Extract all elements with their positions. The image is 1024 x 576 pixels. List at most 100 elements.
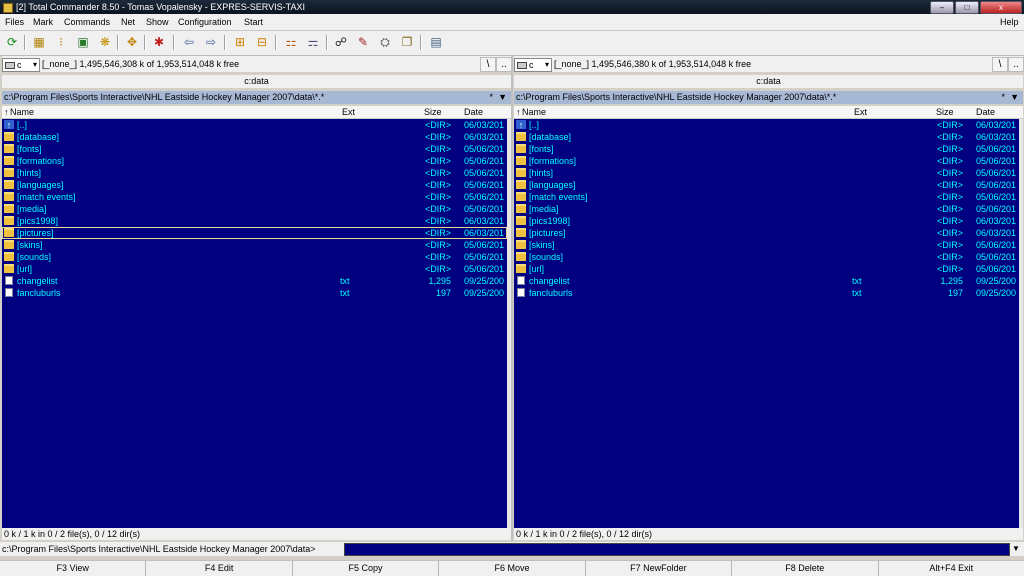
file-row[interactable]: [pics1998] <DIR> 06/03/201 — [514, 215, 1019, 227]
menu-commands[interactable]: Commands — [64, 16, 110, 28]
ftp-disconnect-icon[interactable]: ⚎ — [305, 34, 321, 50]
pack-files-icon[interactable]: ✥ — [124, 34, 140, 50]
file-row[interactable]: [formations] <DIR> 05/06/201 — [2, 155, 507, 167]
file-row[interactable]: [skins] <DIR> 05/06/201 — [2, 239, 507, 251]
command-input[interactable] — [344, 543, 1010, 556]
col-name[interactable]: Name — [10, 106, 34, 118]
file-row[interactable]: changelist txt 1,295 09/25/200 — [2, 275, 507, 287]
file-size: <DIR> — [424, 132, 451, 142]
copy-names-icon[interactable]: ❐ — [399, 34, 415, 50]
full-view-icon[interactable]: ⁝ — [53, 34, 69, 50]
file-row[interactable]: [fonts] <DIR> 05/06/201 — [2, 143, 507, 155]
left-root-button[interactable]: \ — [480, 57, 496, 72]
file-row[interactable]: [languages] <DIR> 05/06/201 — [514, 179, 1019, 191]
right-scrollbar[interactable] — [1019, 119, 1023, 529]
f5-copy-button[interactable]: F5 Copy — [293, 561, 440, 576]
right-drive-select[interactable]: c ▾ — [514, 58, 552, 72]
select-group-icon[interactable]: ⊞ — [232, 34, 248, 50]
file-row[interactable]: [pics1998] <DIR> 06/03/201 — [2, 215, 507, 227]
right-filter[interactable]: * — [1001, 91, 1005, 104]
file-row[interactable]: ↑ [..] <DIR> 06/03/201 — [2, 119, 507, 131]
close-button[interactable]: x — [980, 1, 1022, 14]
f8-delete-button[interactable]: F8 Delete — [732, 561, 879, 576]
menu-files[interactable]: Files — [5, 16, 24, 28]
multi-rename-icon[interactable]: ✎ — [355, 34, 371, 50]
maximize-button[interactable]: □ — [955, 1, 979, 14]
f6-move-button[interactable]: F6 Move — [439, 561, 586, 576]
chevron-down-icon[interactable]: ▼ — [1010, 91, 1019, 104]
right-root-button[interactable]: \ — [992, 57, 1008, 72]
sort-arrow-icon: ↑ — [516, 107, 521, 117]
search-binoculars-icon[interactable]: ☍ — [333, 34, 349, 50]
left-drive-select[interactable]: c ▾ — [2, 58, 40, 72]
f4-edit-button[interactable]: F4 Edit — [146, 561, 293, 576]
file-name: [pictures] — [17, 228, 54, 238]
col-size[interactable]: Size — [936, 106, 954, 118]
exit-button[interactable]: Alt+F4 Exit — [879, 561, 1024, 576]
sync-dirs-icon[interactable]: ⛭ — [377, 34, 393, 50]
file-row[interactable]: [match events] <DIR> 05/06/201 — [2, 191, 507, 203]
file-row[interactable]: [database] <DIR> 06/03/201 — [514, 131, 1019, 143]
file-row[interactable]: [hints] <DIR> 05/06/201 — [514, 167, 1019, 179]
left-up-button[interactable]: .. — [496, 57, 512, 72]
refresh-icon[interactable]: ⟳ — [4, 34, 20, 50]
file-row[interactable]: changelist txt 1,295 09/25/200 — [514, 275, 1019, 287]
file-row[interactable]: [sounds] <DIR> 05/06/201 — [2, 251, 507, 263]
ftp-connect-icon[interactable]: ⚏ — [283, 34, 299, 50]
file-size: <DIR> — [936, 120, 963, 130]
file-row[interactable]: [pictures] <DIR> 06/03/201 — [2, 227, 507, 239]
text-file-icon — [517, 276, 525, 285]
file-row[interactable]: [media] <DIR> 05/06/201 — [2, 203, 507, 215]
file-row[interactable]: fancluburls txt 197 09/25/200 — [514, 287, 1019, 299]
file-name: [hints] — [17, 168, 42, 178]
menu-mark[interactable]: Mark — [33, 16, 53, 28]
file-row[interactable]: [skins] <DIR> 05/06/201 — [514, 239, 1019, 251]
unselect-group-icon[interactable]: ⊟ — [254, 34, 270, 50]
panel-divider[interactable] — [511, 56, 513, 541]
col-ext[interactable]: Ext — [854, 106, 867, 118]
file-row[interactable]: [pictures] <DIR> 06/03/201 — [514, 227, 1019, 239]
file-row[interactable]: [sounds] <DIR> 05/06/201 — [514, 251, 1019, 263]
chevron-down-icon[interactable]: ▼ — [498, 91, 507, 104]
right-file-list[interactable]: ↑ [..] <DIR> 06/03/201 [database] <DIR> 06/03/… — [514, 119, 1023, 529]
f3-view-button[interactable]: F3 View — [0, 561, 147, 576]
thumbnails-icon[interactable]: ▣ — [75, 34, 91, 50]
brief-view-icon[interactable]: ▦ — [31, 34, 47, 50]
file-row[interactable]: [formations] <DIR> 05/06/201 — [514, 155, 1019, 167]
menu-help[interactable]: Help — [1000, 16, 1019, 28]
back-arrow-icon[interactable]: ⇦ — [181, 34, 197, 50]
menu-configuration[interactable]: Configuration — [178, 16, 232, 28]
col-size[interactable]: Size — [424, 106, 442, 118]
col-ext[interactable]: Ext — [342, 106, 355, 118]
menu-net[interactable]: Net — [121, 16, 135, 28]
file-row[interactable]: [media] <DIR> 05/06/201 — [514, 203, 1019, 215]
file-row[interactable]: [match events] <DIR> 05/06/201 — [514, 191, 1019, 203]
file-row[interactable]: [fonts] <DIR> 05/06/201 — [514, 143, 1019, 155]
f7-newfolder-button[interactable]: F7 NewFolder — [586, 561, 733, 576]
notepad-icon[interactable]: ▤ — [428, 34, 444, 50]
file-date: 05/06/201 — [464, 156, 505, 166]
file-row[interactable]: [url] <DIR> 05/06/201 — [2, 263, 507, 275]
right-path-bar[interactable]: c:\Program Files\Sports Interactive\NHL … — [514, 91, 1023, 104]
file-row[interactable]: ↑ [..] <DIR> 06/03/201 — [514, 119, 1019, 131]
tree-view-icon[interactable]: ❋ — [97, 34, 113, 50]
file-size: <DIR> — [936, 216, 963, 226]
file-row[interactable]: fancluburls txt 197 09/25/200 — [2, 287, 507, 299]
file-row[interactable]: [url] <DIR> 05/06/201 — [514, 263, 1019, 275]
col-name[interactable]: Name — [522, 106, 546, 118]
left-path-bar[interactable]: c:\Program Files\Sports Interactive\NHL … — [2, 91, 511, 104]
right-up-button[interactable]: .. — [1008, 57, 1024, 72]
file-row[interactable]: [languages] <DIR> 05/06/201 — [2, 179, 507, 191]
minimize-button[interactable]: – — [930, 1, 954, 14]
left-filter[interactable]: * — [489, 91, 493, 104]
col-date[interactable]: Date — [464, 106, 483, 118]
chevron-down-icon[interactable]: ▼ — [1012, 543, 1020, 555]
menu-show[interactable]: Show — [146, 16, 169, 28]
file-row[interactable]: [database] <DIR> 06/03/201 — [2, 131, 507, 143]
menu-start[interactable]: Start — [244, 16, 263, 28]
forward-arrow-icon[interactable]: ⇨ — [203, 34, 219, 50]
left-file-list[interactable]: ↑ [..] <DIR> 06/03/201 [database] <DIR> 06/03/… — [2, 119, 511, 529]
file-row[interactable]: [hints] <DIR> 05/06/201 — [2, 167, 507, 179]
col-date[interactable]: Date — [976, 106, 995, 118]
unpack-files-icon[interactable]: ✱ — [151, 34, 167, 50]
